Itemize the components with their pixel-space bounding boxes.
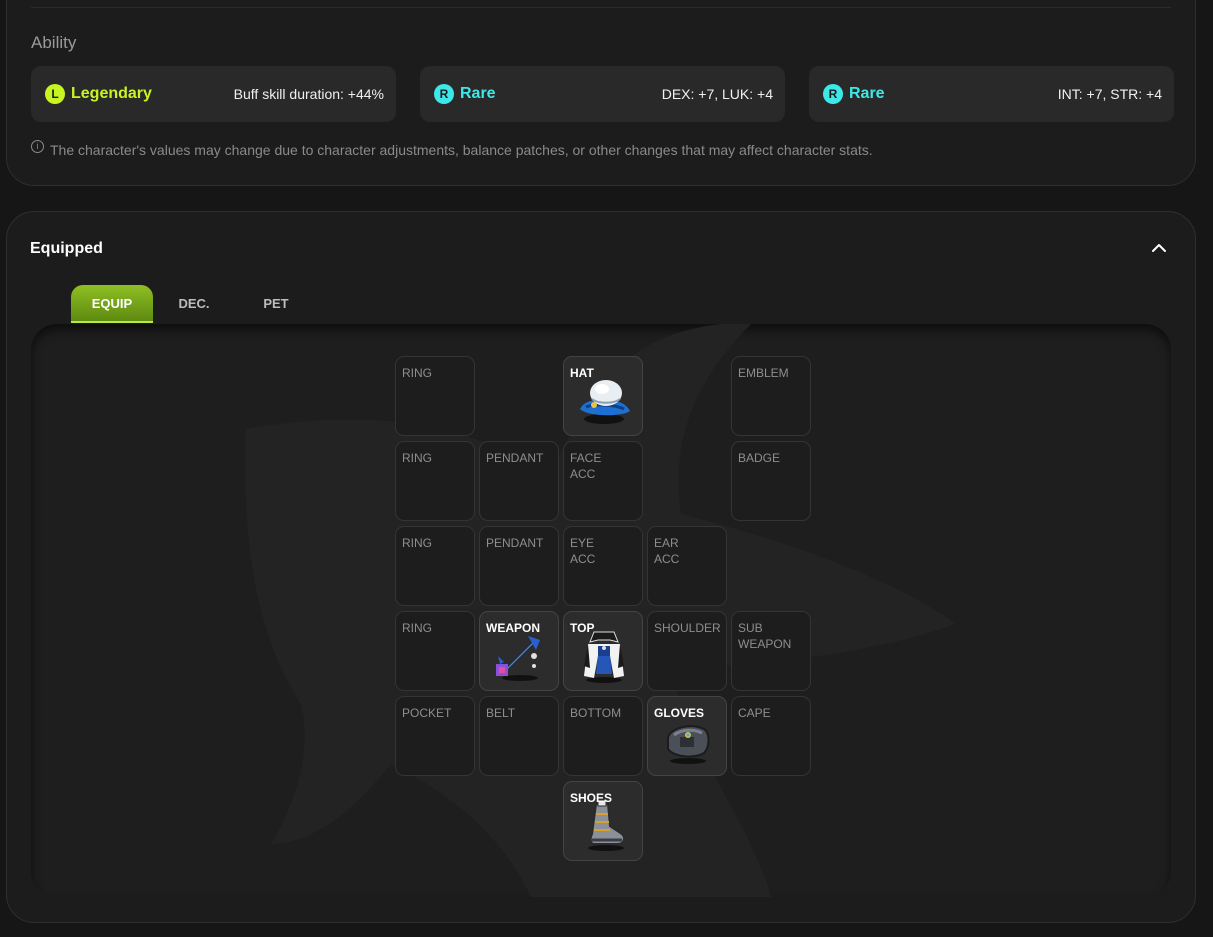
chevron-up-icon — [1152, 244, 1166, 252]
slot-bottom[interactable]: BOTTOM — [563, 696, 643, 776]
slot-label: CAPE — [738, 706, 771, 720]
slot-label: TOP — [570, 621, 595, 635]
tab-equip[interactable]: EQUIP — [71, 285, 153, 323]
ability-grade: R Rare — [823, 84, 885, 104]
slot-pendant-1[interactable]: PENDANT — [479, 441, 559, 521]
ability-line-2: R Rare DEX: +7, LUK: +4 — [420, 66, 785, 122]
slot-pocket[interactable]: POCKET — [395, 696, 475, 776]
slot-sub-weapon[interactable]: SUB WEAPON — [731, 611, 811, 691]
slot-badge[interactable]: BADGE — [731, 441, 811, 521]
slot-label: PENDANT — [486, 451, 544, 465]
slot-cape[interactable]: CAPE — [731, 696, 811, 776]
rare-grade-icon: R — [823, 84, 843, 104]
slot-pendant-2[interactable]: PENDANT — [479, 526, 559, 606]
ability-title: Ability — [31, 33, 77, 52]
tab-dec[interactable]: DEC. — [153, 285, 235, 323]
slot-label: RING — [402, 451, 432, 465]
ability-value: DEX: +7, LUK: +4 — [661, 86, 773, 102]
slot-top[interactable]: TOP — [563, 611, 643, 691]
slot-label: BOTTOM — [570, 706, 622, 720]
ability-grade: L Legendary — [45, 84, 152, 104]
slot-weapon[interactable]: WEAPON — [479, 611, 559, 691]
slot-label: WEAPON — [486, 621, 540, 635]
ability-grade-label: Legendary — [71, 85, 152, 102]
ability-value: INT: +7, STR: +4 — [1057, 86, 1162, 102]
collapse-button[interactable] — [1149, 238, 1169, 258]
slot-label: FACE ACC — [570, 451, 602, 481]
slot-label: EYE ACC — [570, 536, 596, 566]
slot-ear-acc[interactable]: EAR ACC — [647, 526, 727, 606]
stats-notice: i The character's values may change due … — [31, 139, 873, 158]
equipped-panel: Equipped EQUIP DEC. PET RING HAT EMBLEM … — [6, 211, 1196, 923]
ability-line-3: R Rare INT: +7, STR: +4 — [809, 66, 1174, 122]
slot-label: PENDANT — [486, 536, 544, 550]
ability-grade: R Rare — [434, 84, 496, 104]
slot-label: SHOULDER — [654, 621, 721, 635]
slot-ring-4[interactable]: RING — [395, 611, 475, 691]
slot-label: RING — [402, 366, 432, 380]
slot-ring-3[interactable]: RING — [395, 526, 475, 606]
slot-ring-1[interactable]: RING — [395, 356, 475, 436]
slot-label: HAT — [570, 366, 594, 380]
slot-belt[interactable]: BELT — [479, 696, 559, 776]
ability-grade-label: Rare — [849, 85, 885, 102]
equipped-title: Equipped — [30, 240, 103, 257]
divider — [31, 7, 1171, 8]
slot-label: BELT — [486, 706, 516, 720]
tab-pet[interactable]: PET — [235, 285, 317, 323]
equipment-tabs: EQUIP DEC. PET — [71, 285, 317, 323]
slot-label: POCKET — [402, 706, 452, 720]
rare-grade-icon: R — [434, 84, 454, 104]
equipment-grid: RING HAT EMBLEM RING PENDANT FACE ACC BA… — [31, 324, 1171, 897]
slot-face-acc[interactable]: FACE ACC — [563, 441, 643, 521]
slot-shoes[interactable]: SHOES — [563, 781, 643, 861]
slot-emblem[interactable]: EMBLEM — [731, 356, 811, 436]
slot-hat[interactable]: HAT — [563, 356, 643, 436]
slot-label: BADGE — [738, 451, 781, 465]
slot-ring-2[interactable]: RING — [395, 441, 475, 521]
info-icon: i — [31, 139, 44, 153]
ability-grade-label: Rare — [460, 85, 496, 102]
slot-shoulder[interactable]: SHOULDER — [647, 611, 727, 691]
slot-label: SUB WEAPON — [738, 621, 792, 651]
ability-lines: L Legendary Buff skill duration: +44% R … — [31, 66, 1174, 122]
ability-value: Buff skill duration: +44% — [233, 86, 384, 102]
slot-label: EAR ACC — [654, 536, 680, 566]
slot-label: RING — [402, 621, 432, 635]
ability-line-1: L Legendary Buff skill duration: +44% — [31, 66, 396, 122]
slot-label: RING — [402, 536, 432, 550]
slot-label: EMBLEM — [738, 366, 789, 380]
slot-label: GLOVES — [654, 706, 705, 720]
slot-gloves[interactable]: GLOVES — [647, 696, 727, 776]
slot-eye-acc[interactable]: EYE ACC — [563, 526, 643, 606]
ability-panel: Ability L Legendary Buff skill duration:… — [6, 0, 1196, 186]
legendary-grade-icon: L — [45, 84, 65, 104]
notice-text: The character's values may change due to… — [50, 142, 873, 158]
slot-label: SHOES — [570, 791, 613, 805]
